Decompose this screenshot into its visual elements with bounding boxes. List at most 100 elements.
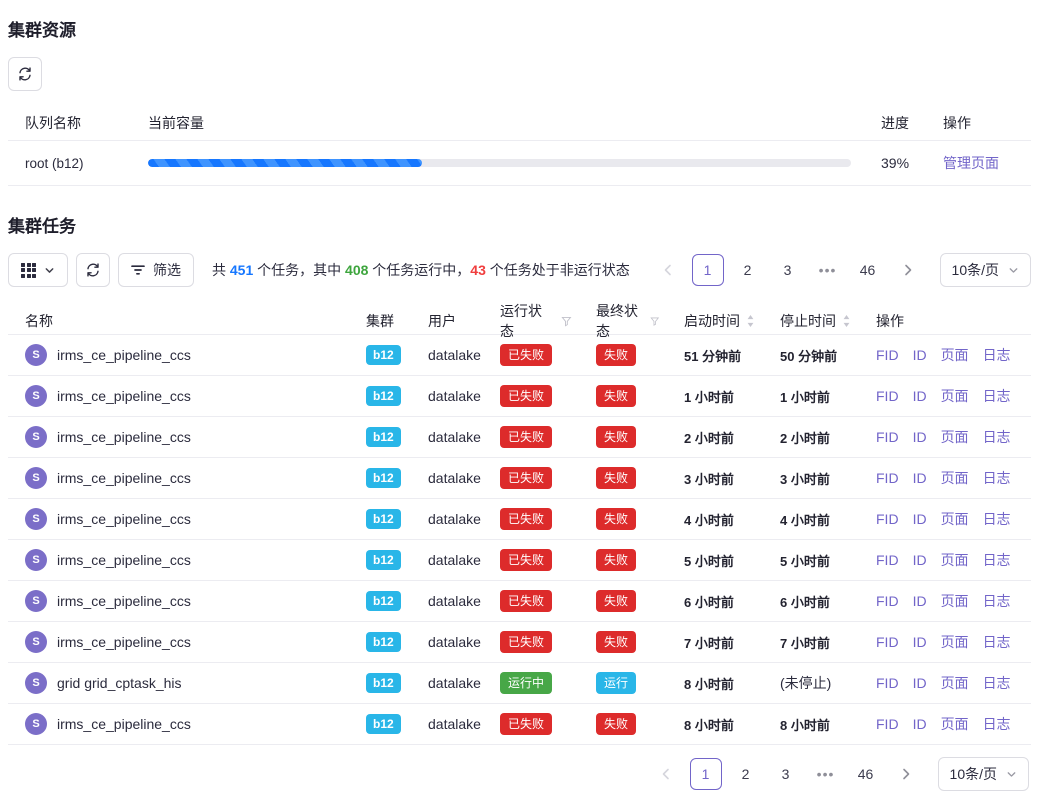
final-status-badge: 失败 (596, 426, 636, 448)
resources-refresh-button[interactable] (8, 57, 42, 91)
start-time: 8 小时前 (668, 715, 764, 734)
pagination-page-2[interactable]: 2 (730, 758, 762, 790)
chevron-left-icon (661, 768, 671, 780)
id-link[interactable]: ID (913, 634, 927, 650)
pagination-ellipsis[interactable]: ••• (810, 758, 842, 790)
col-stop-time-label: 停止时间 (780, 311, 836, 331)
pagination-page-3[interactable]: 3 (770, 758, 802, 790)
task-name: irms_ce_pipeline_ccs (57, 470, 191, 486)
id-link[interactable]: ID (913, 716, 927, 732)
total-task-count: 451 (230, 262, 253, 278)
table-row: S irms_ce_pipeline_ccs b12 datalake 已失败 … (8, 581, 1031, 622)
spark-avatar-icon: S (25, 467, 47, 489)
page-link[interactable]: 页面 (941, 468, 969, 488)
pagination-page-1[interactable]: 1 (692, 254, 724, 286)
col-start-time[interactable]: 启动时间 (668, 311, 764, 331)
log-link[interactable]: 日志 (983, 714, 1011, 734)
id-link[interactable]: ID (913, 593, 927, 609)
pagination-next[interactable] (892, 254, 924, 286)
col-stop-time[interactable]: 停止时间 (764, 311, 860, 331)
pagination-prev[interactable] (652, 254, 684, 286)
final-status-cell: 失败 (580, 631, 668, 653)
filter-funnel-icon[interactable] (561, 316, 572, 327)
page-size-select[interactable]: 10条/页 (938, 757, 1029, 791)
fid-link[interactable]: FID (876, 347, 899, 363)
user-cell: datalake (412, 429, 484, 445)
fid-link[interactable]: FID (876, 675, 899, 691)
sorter-icon[interactable] (842, 314, 851, 328)
layout-switcher-button[interactable] (8, 253, 68, 287)
log-link[interactable]: 日志 (983, 550, 1011, 570)
pagination-ellipsis[interactable]: ••• (812, 254, 844, 286)
stop-time: 8 小时前 (764, 715, 860, 734)
spark-avatar-icon: S (25, 426, 47, 448)
start-time: 51 分钟前 (668, 346, 764, 365)
log-link[interactable]: 日志 (983, 673, 1011, 693)
pagination-next[interactable] (890, 758, 922, 790)
col-run-status[interactable]: 运行状态 (484, 301, 580, 341)
id-link[interactable]: ID (913, 470, 927, 486)
page-link[interactable]: 页面 (941, 673, 969, 693)
fid-link[interactable]: FID (876, 470, 899, 486)
page-link[interactable]: 页面 (941, 509, 969, 529)
page-link[interactable]: 页面 (941, 345, 969, 365)
log-link[interactable]: 日志 (983, 468, 1011, 488)
log-link[interactable]: 日志 (983, 345, 1011, 365)
chevron-down-icon (1008, 265, 1019, 276)
id-link[interactable]: ID (913, 429, 927, 445)
log-link[interactable]: 日志 (983, 632, 1011, 652)
tasks-toolbar: 筛选 共 451 个任务，其中 408 个任务运行中，43 个任务处于非运行状态… (8, 253, 1031, 287)
row-actions: FID ID 页面 日志 (860, 345, 1031, 365)
row-actions: FID ID 页面 日志 (860, 632, 1031, 652)
chevron-right-icon (901, 768, 911, 780)
row-actions: FID ID 页面 日志 (860, 550, 1031, 570)
stop-time: 4 小时前 (764, 510, 860, 529)
filter-funnel-icon[interactable] (650, 316, 660, 327)
fid-link[interactable]: FID (876, 429, 899, 445)
fid-link[interactable]: FID (876, 593, 899, 609)
page-link[interactable]: 页面 (941, 632, 969, 652)
pagination-page-last[interactable]: 46 (850, 758, 882, 790)
log-link[interactable]: 日志 (983, 509, 1011, 529)
page-link[interactable]: 页面 (941, 591, 969, 611)
name-cell: S irms_ce_pipeline_ccs (8, 713, 350, 735)
start-time: 8 小时前 (668, 674, 764, 693)
id-link[interactable]: ID (913, 388, 927, 404)
user-cell: datalake (412, 593, 484, 609)
table-row: S grid grid_cptask_his b12 datalake 运行中 … (8, 663, 1031, 704)
id-link[interactable]: ID (913, 347, 927, 363)
id-link[interactable]: ID (913, 511, 927, 527)
page-link[interactable]: 页面 (941, 427, 969, 447)
pagination-page-1[interactable]: 1 (690, 758, 722, 790)
page-link[interactable]: 页面 (941, 386, 969, 406)
not-running-task-count: 43 (470, 262, 486, 278)
log-link[interactable]: 日志 (983, 427, 1011, 447)
id-link[interactable]: ID (913, 675, 927, 691)
log-link[interactable]: 日志 (983, 386, 1011, 406)
pagination-page-last[interactable]: 46 (852, 254, 884, 286)
pagination-page-3[interactable]: 3 (772, 254, 804, 286)
cluster-badge: b12 (366, 427, 401, 447)
fid-link[interactable]: FID (876, 552, 899, 568)
sorter-icon[interactable] (746, 314, 755, 328)
page-link[interactable]: 页面 (941, 714, 969, 734)
capacity-cell (132, 159, 865, 167)
fid-link[interactable]: FID (876, 634, 899, 650)
filter-button[interactable]: 筛选 (118, 253, 194, 287)
page-link[interactable]: 页面 (941, 550, 969, 570)
page-size-select[interactable]: 10条/页 (940, 253, 1031, 287)
fid-link[interactable]: FID (876, 716, 899, 732)
tasks-refresh-button[interactable] (76, 253, 110, 287)
pagination-page-2[interactable]: 2 (732, 254, 764, 286)
pagination-prev[interactable] (650, 758, 682, 790)
row-actions: FID ID 页面 日志 (860, 591, 1031, 611)
fid-link[interactable]: FID (876, 388, 899, 404)
manage-page-link[interactable]: 管理页面 (943, 153, 999, 173)
log-link[interactable]: 日志 (983, 591, 1011, 611)
fid-link[interactable]: FID (876, 511, 899, 527)
col-final-status[interactable]: 最终状态 (580, 301, 668, 341)
name-cell: S irms_ce_pipeline_ccs (8, 344, 350, 366)
user-cell: datalake (412, 470, 484, 486)
id-link[interactable]: ID (913, 552, 927, 568)
user-cell: datalake (412, 347, 484, 363)
